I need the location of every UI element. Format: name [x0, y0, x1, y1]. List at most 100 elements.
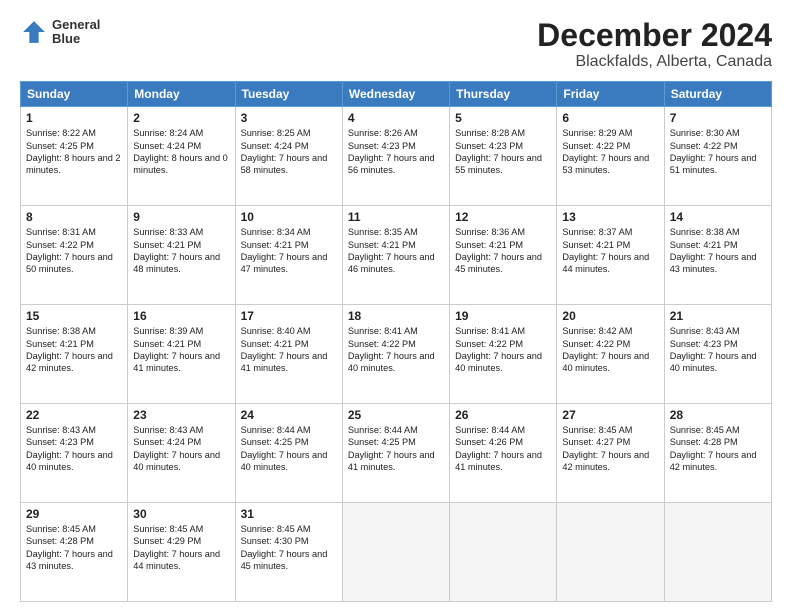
day-info: Sunrise: 8:26 AM Sunset: 4:23 PM Dayligh…: [348, 127, 444, 177]
day-info: Sunrise: 8:31 AM Sunset: 4:22 PM Dayligh…: [26, 226, 122, 276]
daylight: Daylight: 7 hours and 51 minutes.: [670, 153, 757, 175]
sunset: Sunset: 4:22 PM: [348, 339, 416, 349]
sunrise: Sunrise: 8:38 AM: [26, 326, 96, 336]
day-number: 12: [455, 210, 551, 224]
sunrise: Sunrise: 8:26 AM: [348, 128, 418, 138]
day-number: 5: [455, 111, 551, 125]
day-cell: 2 Sunrise: 8:24 AM Sunset: 4:24 PM Dayli…: [128, 107, 235, 206]
sunrise: Sunrise: 8:41 AM: [348, 326, 418, 336]
day-info: Sunrise: 8:29 AM Sunset: 4:22 PM Dayligh…: [562, 127, 658, 177]
day-cell: [450, 503, 557, 602]
day-number: 7: [670, 111, 766, 125]
sunset: Sunset: 4:21 PM: [241, 240, 309, 250]
sunset: Sunset: 4:23 PM: [455, 141, 523, 151]
day-cell: 24 Sunrise: 8:44 AM Sunset: 4:25 PM Dayl…: [235, 404, 342, 503]
day-cell: 16 Sunrise: 8:39 AM Sunset: 4:21 PM Dayl…: [128, 305, 235, 404]
sunset: Sunset: 4:24 PM: [241, 141, 309, 151]
day-number: 2: [133, 111, 229, 125]
sunset: Sunset: 4:30 PM: [241, 536, 309, 546]
sunrise: Sunrise: 8:35 AM: [348, 227, 418, 237]
daylight: Daylight: 7 hours and 50 minutes.: [26, 252, 113, 274]
day-cell: 23 Sunrise: 8:43 AM Sunset: 4:24 PM Dayl…: [128, 404, 235, 503]
day-cell: 13 Sunrise: 8:37 AM Sunset: 4:21 PM Dayl…: [557, 206, 664, 305]
week-row-5: 29 Sunrise: 8:45 AM Sunset: 4:28 PM Dayl…: [21, 503, 772, 602]
day-number: 3: [241, 111, 337, 125]
day-number: 22: [26, 408, 122, 422]
sunset: Sunset: 4:25 PM: [348, 437, 416, 447]
sunrise: Sunrise: 8:42 AM: [562, 326, 632, 336]
day-cell: 10 Sunrise: 8:34 AM Sunset: 4:21 PM Dayl…: [235, 206, 342, 305]
day-info: Sunrise: 8:38 AM Sunset: 4:21 PM Dayligh…: [26, 325, 122, 375]
day-number: 15: [26, 309, 122, 323]
daylight: Daylight: 7 hours and 41 minutes.: [133, 351, 220, 373]
day-number: 13: [562, 210, 658, 224]
day-info: Sunrise: 8:43 AM Sunset: 4:24 PM Dayligh…: [133, 424, 229, 474]
weekday-header-friday: Friday: [557, 82, 664, 107]
sunrise: Sunrise: 8:22 AM: [26, 128, 96, 138]
sunrise: Sunrise: 8:38 AM: [670, 227, 740, 237]
header: General Blue December 2024 Blackfalds, A…: [20, 18, 772, 71]
day-cell: 17 Sunrise: 8:40 AM Sunset: 4:21 PM Dayl…: [235, 305, 342, 404]
day-info: Sunrise: 8:38 AM Sunset: 4:21 PM Dayligh…: [670, 226, 766, 276]
logo-text: General Blue: [52, 18, 100, 47]
daylight: Daylight: 7 hours and 43 minutes.: [26, 549, 113, 571]
day-number: 30: [133, 507, 229, 521]
weekday-header-sunday: Sunday: [21, 82, 128, 107]
week-row-1: 1 Sunrise: 8:22 AM Sunset: 4:25 PM Dayli…: [21, 107, 772, 206]
sunset: Sunset: 4:21 PM: [670, 240, 738, 250]
weekday-header-row: SundayMondayTuesdayWednesdayThursdayFrid…: [21, 82, 772, 107]
day-cell: 29 Sunrise: 8:45 AM Sunset: 4:28 PM Dayl…: [21, 503, 128, 602]
day-cell: 31 Sunrise: 8:45 AM Sunset: 4:30 PM Dayl…: [235, 503, 342, 602]
day-number: 23: [133, 408, 229, 422]
day-info: Sunrise: 8:44 AM Sunset: 4:25 PM Dayligh…: [241, 424, 337, 474]
calendar-table: SundayMondayTuesdayWednesdayThursdayFrid…: [20, 81, 772, 602]
daylight: Daylight: 7 hours and 48 minutes.: [133, 252, 220, 274]
day-info: Sunrise: 8:35 AM Sunset: 4:21 PM Dayligh…: [348, 226, 444, 276]
sunset: Sunset: 4:28 PM: [670, 437, 738, 447]
sunset: Sunset: 4:21 PM: [348, 240, 416, 250]
day-number: 25: [348, 408, 444, 422]
sunset: Sunset: 4:25 PM: [26, 141, 94, 151]
daylight: Daylight: 7 hours and 45 minutes.: [455, 252, 542, 274]
day-info: Sunrise: 8:41 AM Sunset: 4:22 PM Dayligh…: [348, 325, 444, 375]
sunrise: Sunrise: 8:41 AM: [455, 326, 525, 336]
sunrise: Sunrise: 8:43 AM: [670, 326, 740, 336]
day-info: Sunrise: 8:28 AM Sunset: 4:23 PM Dayligh…: [455, 127, 551, 177]
day-info: Sunrise: 8:45 AM Sunset: 4:28 PM Dayligh…: [26, 523, 122, 573]
daylight: Daylight: 7 hours and 40 minutes.: [26, 450, 113, 472]
location-title: Blackfalds, Alberta, Canada: [537, 53, 772, 71]
day-cell: 9 Sunrise: 8:33 AM Sunset: 4:21 PM Dayli…: [128, 206, 235, 305]
daylight: Daylight: 7 hours and 44 minutes.: [562, 252, 649, 274]
day-info: Sunrise: 8:33 AM Sunset: 4:21 PM Dayligh…: [133, 226, 229, 276]
sunrise: Sunrise: 8:44 AM: [455, 425, 525, 435]
day-number: 26: [455, 408, 551, 422]
sunrise: Sunrise: 8:45 AM: [26, 524, 96, 534]
day-info: Sunrise: 8:45 AM Sunset: 4:29 PM Dayligh…: [133, 523, 229, 573]
sunset: Sunset: 4:21 PM: [133, 240, 201, 250]
sunset: Sunset: 4:29 PM: [133, 536, 201, 546]
day-cell: 30 Sunrise: 8:45 AM Sunset: 4:29 PM Dayl…: [128, 503, 235, 602]
daylight: Daylight: 7 hours and 40 minutes.: [133, 450, 220, 472]
daylight: Daylight: 7 hours and 56 minutes.: [348, 153, 435, 175]
sunset: Sunset: 4:22 PM: [562, 141, 630, 151]
daylight: Daylight: 7 hours and 41 minutes.: [348, 450, 435, 472]
month-title: December 2024: [537, 18, 772, 53]
week-row-4: 22 Sunrise: 8:43 AM Sunset: 4:23 PM Dayl…: [21, 404, 772, 503]
logo: General Blue: [20, 18, 100, 47]
sunrise: Sunrise: 8:44 AM: [241, 425, 311, 435]
day-cell: 28 Sunrise: 8:45 AM Sunset: 4:28 PM Dayl…: [664, 404, 771, 503]
daylight: Daylight: 7 hours and 40 minutes.: [348, 351, 435, 373]
daylight: Daylight: 7 hours and 42 minutes.: [26, 351, 113, 373]
sunset: Sunset: 4:23 PM: [348, 141, 416, 151]
day-cell: 26 Sunrise: 8:44 AM Sunset: 4:26 PM Dayl…: [450, 404, 557, 503]
day-number: 4: [348, 111, 444, 125]
daylight: Daylight: 7 hours and 47 minutes.: [241, 252, 328, 274]
daylight: Daylight: 7 hours and 40 minutes.: [562, 351, 649, 373]
calendar-body: 1 Sunrise: 8:22 AM Sunset: 4:25 PM Dayli…: [21, 107, 772, 602]
week-row-2: 8 Sunrise: 8:31 AM Sunset: 4:22 PM Dayli…: [21, 206, 772, 305]
sunset: Sunset: 4:24 PM: [133, 437, 201, 447]
day-cell: 15 Sunrise: 8:38 AM Sunset: 4:21 PM Dayl…: [21, 305, 128, 404]
week-row-3: 15 Sunrise: 8:38 AM Sunset: 4:21 PM Dayl…: [21, 305, 772, 404]
sunset: Sunset: 4:22 PM: [455, 339, 523, 349]
title-block: December 2024 Blackfalds, Alberta, Canad…: [537, 18, 772, 71]
